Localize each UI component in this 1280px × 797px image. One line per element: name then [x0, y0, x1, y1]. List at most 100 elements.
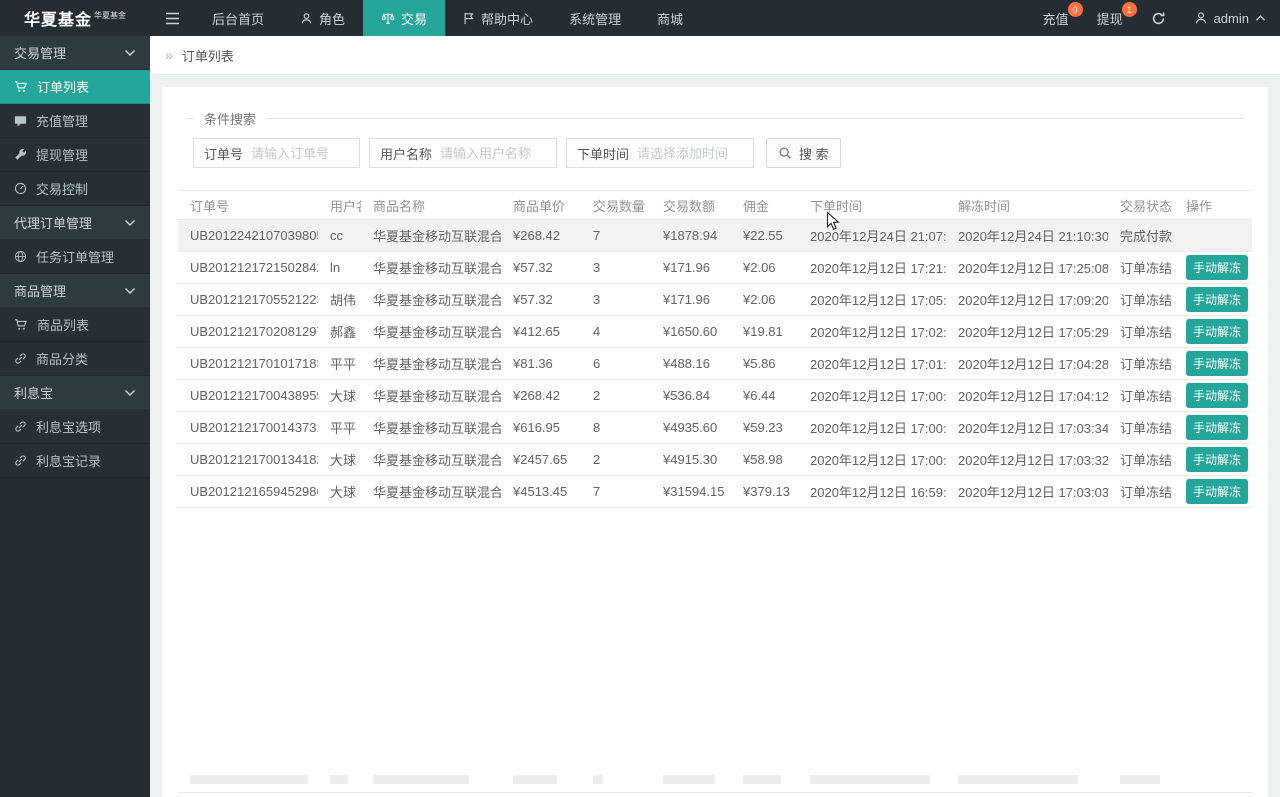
- sidebar-item-9[interactable]: 商品分类: [0, 342, 150, 376]
- nav-item-3[interactable]: 帮助中心: [445, 0, 551, 36]
- cell-price: ¥2457.65: [501, 452, 581, 467]
- wrench-icon: [14, 148, 27, 161]
- cell-order_no: UB2012121721502842: [178, 260, 318, 275]
- search-button[interactable]: 搜 索: [766, 138, 841, 168]
- cell-product: 华夏基金移动互联混合: [361, 450, 501, 469]
- table-row: UB2012121659452986大球华夏基金移动互联混合¥4513.457¥…: [178, 476, 1252, 508]
- table-row: UB2012121721502842ln华夏基金移动互联混合¥57.323¥17…: [178, 252, 1252, 284]
- nav-item-label: 系统管理: [569, 9, 621, 28]
- unfreeze-button[interactable]: 手动解冻: [1186, 287, 1248, 312]
- unfreeze-button[interactable]: 手动解冻: [1186, 479, 1248, 504]
- cell-order_time: 2020年12月12日 17:00:14: [798, 418, 946, 437]
- cell-qty: 2: [581, 388, 651, 403]
- sidebar-group-0[interactable]: 交易管理: [0, 36, 150, 70]
- cell-unfreeze_time: 2020年12月12日 17:03:32: [946, 450, 1108, 469]
- cell-order_time: 2020年12月12日 17:05:52: [798, 290, 946, 309]
- table-row: UB2012121700438959大球华夏基金移动互联混合¥268.422¥5…: [178, 380, 1252, 412]
- cell-unfreeze_time: 2020年12月24日 21:10:30: [946, 226, 1108, 245]
- order-no-input[interactable]: [251, 140, 359, 167]
- user-menu[interactable]: admin: [1180, 0, 1280, 36]
- flag-icon: [463, 12, 475, 25]
- table-body: UB2012242107039805cc华夏基金移动互联混合¥268.427¥1…: [178, 220, 1252, 508]
- sidebar-group-5[interactable]: 代理订单管理: [0, 206, 150, 240]
- order-time-input[interactable]: [637, 140, 753, 167]
- cell-order_time: 2020年12月12日 17:02:08: [798, 322, 946, 341]
- cell-price: ¥57.32: [501, 260, 581, 275]
- breadcrumb-separator-icon: »: [165, 47, 173, 63]
- cell-user: 平平: [318, 354, 361, 373]
- unfreeze-button[interactable]: 手动解冻: [1186, 351, 1248, 376]
- user-name-input[interactable]: [440, 140, 556, 167]
- cell-unfreeze_time: 2020年12月12日 17:25:08: [946, 258, 1108, 277]
- cell-unfreeze_time: 2020年12月12日 17:09:20: [946, 290, 1108, 309]
- sidebar-item-8[interactable]: 商品列表: [0, 308, 150, 342]
- person-icon: [300, 12, 313, 25]
- nav-item-5[interactable]: 商城: [639, 0, 701, 36]
- cell-price: ¥268.42: [501, 228, 581, 243]
- sidebar-item-11[interactable]: 利息宝选项: [0, 410, 150, 444]
- cart-icon: [14, 318, 28, 331]
- order-no-field-group: 订单号: [193, 138, 360, 168]
- nav-item-4[interactable]: 系统管理: [551, 0, 639, 36]
- unfreeze-button[interactable]: 手动解冻: [1186, 255, 1248, 280]
- cell-commission: ¥59.23: [731, 420, 798, 435]
- cell-qty: 3: [581, 292, 651, 307]
- sidebar-item-12[interactable]: 利息宝记录: [0, 444, 150, 478]
- unfreeze-button[interactable]: 手动解冻: [1186, 415, 1248, 440]
- cell-status: 订单冻结: [1108, 482, 1174, 501]
- sidebar-toggle-button[interactable]: [150, 0, 194, 36]
- sidebar-item-3[interactable]: 提现管理: [0, 138, 150, 172]
- unfreeze-button[interactable]: 手动解冻: [1186, 319, 1248, 344]
- sidebar-group-7[interactable]: 商品管理: [0, 274, 150, 308]
- unfreeze-button[interactable]: 手动解冻: [1186, 383, 1248, 408]
- cell-amount: ¥1650.60: [651, 324, 731, 339]
- cell-status: 订单冻结: [1108, 322, 1174, 341]
- cell-user: 大球: [318, 450, 361, 469]
- content-card: 条件搜索 订单号 用户名称 下单时间 搜 索 订单号用户名商品名称商品单价交易数…: [162, 87, 1268, 797]
- partial-row-container: UB2012121658114036郝鑫华夏基金移动互联混合¥812.454¥3…: [178, 792, 1252, 797]
- sidebar-item-4[interactable]: 交易控制: [0, 172, 150, 206]
- cell-user: cc: [318, 228, 361, 243]
- sidebar-item-6[interactable]: 任务订单管理: [0, 240, 150, 274]
- sidebar-item-2[interactable]: 充值管理: [0, 104, 150, 138]
- cart-icon: [14, 80, 28, 93]
- nav-item-1[interactable]: 角色: [282, 0, 363, 36]
- cell-order_no: UB2012121659452986: [178, 484, 318, 499]
- withdraw-label: 提现: [1097, 9, 1123, 28]
- column-header-6: 佣金: [731, 196, 798, 215]
- cell-qty: 7: [581, 228, 651, 243]
- search-fieldset: 条件搜索: [186, 109, 1244, 128]
- nav-item-label: 角色: [319, 9, 345, 28]
- sidebar: 交易管理订单列表充值管理提现管理交易控制代理订单管理任务订单管理商品管理商品列表…: [0, 36, 150, 797]
- column-header-4: 交易数量: [581, 196, 651, 215]
- cell-commission: ¥5.86: [731, 356, 798, 371]
- nav-item-2[interactable]: 交易: [363, 0, 445, 36]
- cell-status: 订单冻结: [1108, 290, 1174, 309]
- cell-status: 订单冻结: [1108, 386, 1174, 405]
- order-no-label: 订单号: [194, 144, 251, 163]
- recharge-button[interactable]: 充值 0: [1029, 0, 1083, 36]
- cell-order_time: 2020年12月12日 17:21:50: [798, 258, 946, 277]
- sidebar-group-10[interactable]: 利息宝: [0, 376, 150, 410]
- unfreeze-button[interactable]: 手动解冻: [1186, 447, 1248, 472]
- withdraw-button[interactable]: 提现 1: [1083, 0, 1137, 36]
- cell-order_time: 2020年12月12日 16:59:45: [798, 482, 946, 501]
- column-header-9: 交易状态: [1108, 196, 1174, 215]
- cell-order_no: UB2012121700438959: [178, 388, 318, 403]
- cell-status: 完成付款: [1108, 226, 1174, 245]
- nav-item-0[interactable]: 后台首页: [194, 0, 282, 36]
- chevron-down-icon: [124, 49, 136, 57]
- cell-commission: ¥58.98: [731, 452, 798, 467]
- column-header-3: 商品单价: [501, 196, 581, 215]
- recharge-label: 充值: [1043, 9, 1069, 28]
- scale-icon: [381, 12, 395, 25]
- search-bar: 订单号 用户名称 下单时间 搜 索: [193, 138, 1252, 168]
- refresh-button[interactable]: [1137, 0, 1180, 36]
- cell-status: 订单冻结: [1108, 450, 1174, 469]
- table-row: UB2012121701017183平平华夏基金移动互联混合¥81.366¥48…: [178, 348, 1252, 380]
- table-row: UB2012121700143731平平华夏基金移动互联混合¥616.958¥4…: [178, 412, 1252, 444]
- cell-user: 郝鑫: [318, 322, 361, 341]
- cell-product: 华夏基金移动互联混合: [361, 354, 501, 373]
- sidebar-item-1[interactable]: 订单列表: [0, 70, 150, 104]
- cell-order_no: UB2012121700143731: [178, 420, 318, 435]
